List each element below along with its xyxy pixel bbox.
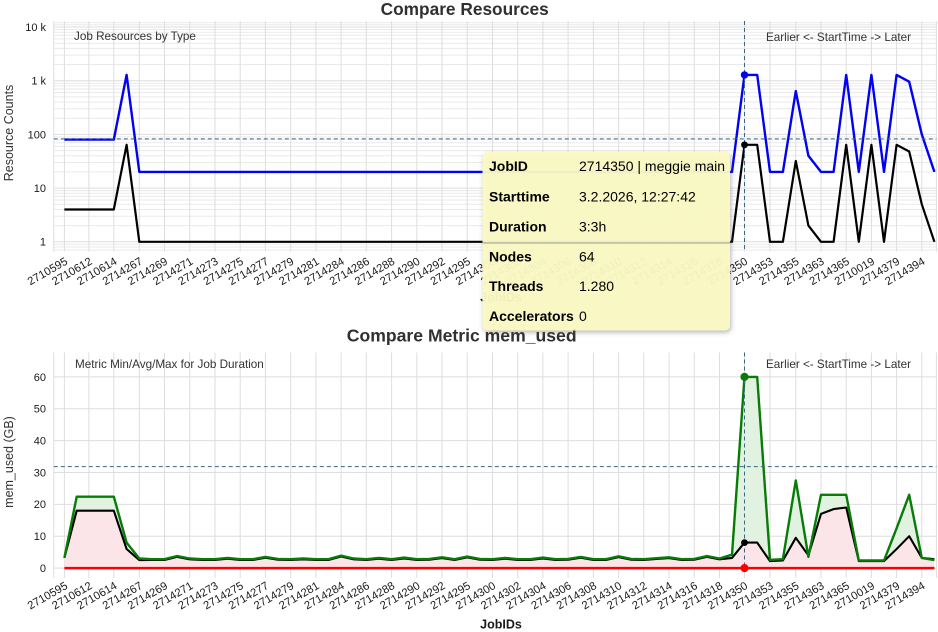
svg-text:Nodes: Nodes [489,248,532,264]
svg-text:Resource Counts: Resource Counts [2,85,16,182]
svg-text:Accelerators: Accelerators [489,308,574,324]
svg-text:JobID: JobID [489,158,528,174]
svg-text:20: 20 [34,499,46,511]
svg-text:10 k: 10 k [25,22,46,34]
svg-text:50: 50 [34,404,46,416]
svg-text:3.2.2026, 12:27:42: 3.2.2026, 12:27:42 [579,189,696,205]
svg-text:Metric Min/Avg/Max for Job Dur: Metric Min/Avg/Max for Job Duration [75,358,264,371]
svg-text:3:3h: 3:3h [579,218,606,234]
svg-text:2714350 | meggie main: 2714350 | meggie main [579,158,725,174]
svg-text:Threads: Threads [489,278,544,294]
svg-text:40: 40 [34,436,46,448]
svg-text:1.280: 1.280 [579,278,614,294]
svg-text:mem_used (GB): mem_used (GB) [2,416,16,508]
svg-text:JobIDs: JobIDs [480,618,522,632]
svg-text:10: 10 [34,183,46,195]
svg-text:60: 60 [34,372,46,384]
svg-text:100: 100 [28,129,46,141]
svg-text:Earlier <- StartTime -> Later: Earlier <- StartTime -> Later [766,358,911,371]
svg-text:Duration: Duration [489,218,547,234]
svg-text:30: 30 [34,467,46,479]
svg-text:64: 64 [579,248,595,264]
svg-text:0: 0 [579,308,587,324]
svg-text:1 k: 1 k [31,76,46,88]
svg-text:0: 0 [40,563,46,575]
svg-text:Earlier <- StartTime -> Later: Earlier <- StartTime -> Later [766,31,911,44]
svg-text:10: 10 [34,531,46,543]
svg-text:Job Resources by Type: Job Resources by Type [74,30,196,43]
svg-text:Starttime: Starttime [489,189,550,205]
svg-text:Compare Resources: Compare Resources [381,0,549,19]
svg-text:1: 1 [40,237,46,249]
